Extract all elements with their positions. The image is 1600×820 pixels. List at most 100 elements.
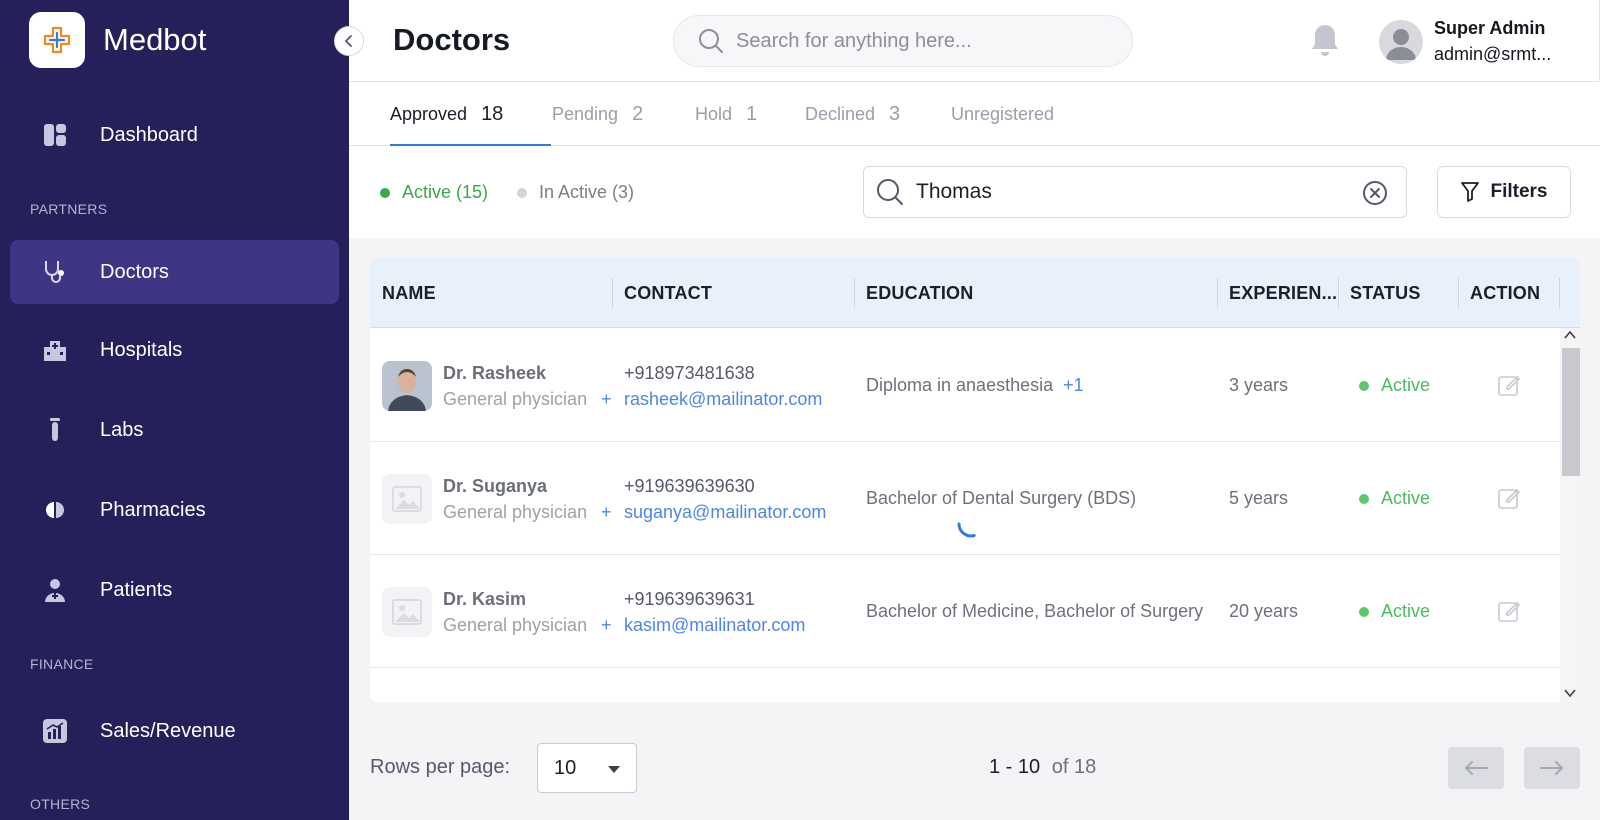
status-badge: Active [1359,601,1430,622]
sidebar-item-label: Pharmacies [100,498,206,521]
notification-bell-icon[interactable] [1309,22,1341,65]
scroll-up-arrow-icon[interactable] [1564,330,1576,340]
edit-icon[interactable] [1497,373,1521,402]
rows-per-page-value: 10 [554,756,577,779]
column-header-experience[interactable]: EXPERIEN... [1229,258,1337,328]
status-dot [1359,380,1369,391]
column-divider [612,278,613,308]
top-header: Doctors Super Admin admin@srmt... [349,0,1600,82]
sidebar-item-label: Dashboard [100,123,198,146]
inactive-filter-label: In Active (3) [539,182,635,202]
loading-spinner-icon [953,506,989,542]
clear-search-icon[interactable] [1362,180,1388,211]
active-filter-label: Active (15) [402,182,489,202]
edit-icon[interactable] [1497,599,1521,628]
tab-declined[interactable]: Declined 3 [805,82,900,146]
doctor-specialty: General physician [443,389,588,409]
dashboard-icon [42,122,68,148]
tab-count: 2 [632,102,644,125]
scroll-thumb[interactable] [1562,348,1580,476]
column-header-contact[interactable]: CONTACT [624,258,712,328]
sidebar-item-labs[interactable]: Labs [10,398,339,462]
filters-button[interactable]: Filters [1437,166,1571,218]
sidebar-item-hospitals[interactable]: Hospitals [10,318,339,382]
test-tube-icon [42,417,68,443]
user-avatar[interactable] [1379,20,1423,64]
chart-icon [42,718,68,744]
medbot-logo-icon [29,12,85,68]
active-filter[interactable]: Active (15) [380,182,488,203]
more-specialties-button[interactable]: + [601,389,612,410]
doctor-search-input[interactable] [916,180,1336,204]
filters-label: Filters [1490,181,1548,202]
filter-row: Active (15) In Active (3) Filters [349,146,1600,238]
doctor-email[interactable]: kasim@mailinator.com [624,615,805,636]
sidebar-item-label: Doctors [100,260,169,283]
doctor-education: Bachelor of Dental Surgery (BDS) [866,488,1137,508]
rows-per-page-label: Rows per page: [370,756,511,778]
global-search-input[interactable] [736,29,1096,53]
doctor-search[interactable] [863,166,1407,218]
table-scrollbar[interactable] [1560,328,1580,702]
table-row[interactable]: Dr. Rasheek General physician + +9189734… [370,329,1560,442]
tab-pending[interactable]: Pending 2 [552,82,643,146]
hospital-icon [42,337,68,363]
tab-count: 18 [481,102,504,125]
column-header-status[interactable]: STATUS [1350,258,1421,328]
image-placeholder-icon [382,587,432,637]
sidebar-item-label: Patients [100,578,173,601]
tab-approved[interactable]: Approved 18 [390,82,551,147]
doctor-name: Dr. Rasheek [443,363,547,383]
search-icon [699,29,723,53]
doctor-photo [382,361,432,411]
sidebar-item-label: Sales/Revenue [100,719,236,742]
tab-count: 1 [746,102,758,125]
stethoscope-icon [42,259,68,285]
previous-page-button[interactable] [1448,747,1504,789]
doctor-phone: +919639639631 [624,589,755,609]
sidebar-item-label: Hospitals [100,338,183,361]
global-search[interactable] [673,15,1133,67]
doctor-experience: 5 years [1229,488,1289,508]
doctor-phone: +919639639630 [624,476,755,496]
more-education-link[interactable]: +1 [1063,375,1084,395]
sidebar-item-doctors[interactable]: Doctors [10,240,339,304]
sidebar-item-sales-revenue[interactable]: Sales/Revenue [10,699,339,763]
doctor-specialty: General physician [443,502,588,522]
table-row[interactable]: Dr. Kasim General physician + +919639639… [370,555,1560,668]
section-finance: FINANCE [30,656,94,672]
doctor-email[interactable]: rasheek@mailinator.com [624,389,822,410]
more-specialties-button[interactable]: + [601,615,612,636]
tab-label: Pending [552,103,619,124]
status-tabs: Approved 18 Pending 2 Hold 1 Declined 3 … [349,82,1600,147]
caret-down-icon [608,766,620,773]
rows-per-page-select[interactable]: 10 [537,743,637,793]
page-range: 1 - 10 of 18 [989,756,1096,779]
status-dot [1359,606,1369,617]
more-specialties-button[interactable]: + [601,502,612,523]
column-divider [1458,278,1459,308]
scroll-down-arrow-icon[interactable] [1564,688,1576,698]
range-text: 1 - 10 [989,756,1041,778]
collapse-sidebar-button[interactable] [334,26,364,56]
sidebar-item-patients[interactable]: Patients [10,558,339,622]
pill-icon [42,497,68,523]
tab-label: Declined [805,103,876,124]
image-placeholder-icon [382,474,432,524]
edit-icon[interactable] [1497,486,1521,515]
column-header-education[interactable]: EDUCATION [866,258,973,328]
sidebar-item-dashboard[interactable]: Dashboard [10,103,339,167]
user-name[interactable]: Super Admin [1434,18,1545,39]
tab-label: Hold [695,103,733,124]
tab-hold[interactable]: Hold 1 [695,82,757,146]
sidebar-item-pharmacies[interactable]: Pharmacies [10,478,339,542]
brand[interactable]: Medbot [29,12,206,68]
column-header-name[interactable]: NAME [382,258,436,328]
inactive-filter[interactable]: In Active (3) [517,182,634,203]
next-page-button[interactable] [1524,747,1580,789]
doctor-name: Dr. Suganya [443,476,548,496]
tab-unregistered[interactable]: Unregistered [951,82,1054,146]
doctor-email[interactable]: suganya@mailinator.com [624,502,826,523]
inactive-dot [517,187,527,198]
total-text: of 18 [1051,756,1097,778]
